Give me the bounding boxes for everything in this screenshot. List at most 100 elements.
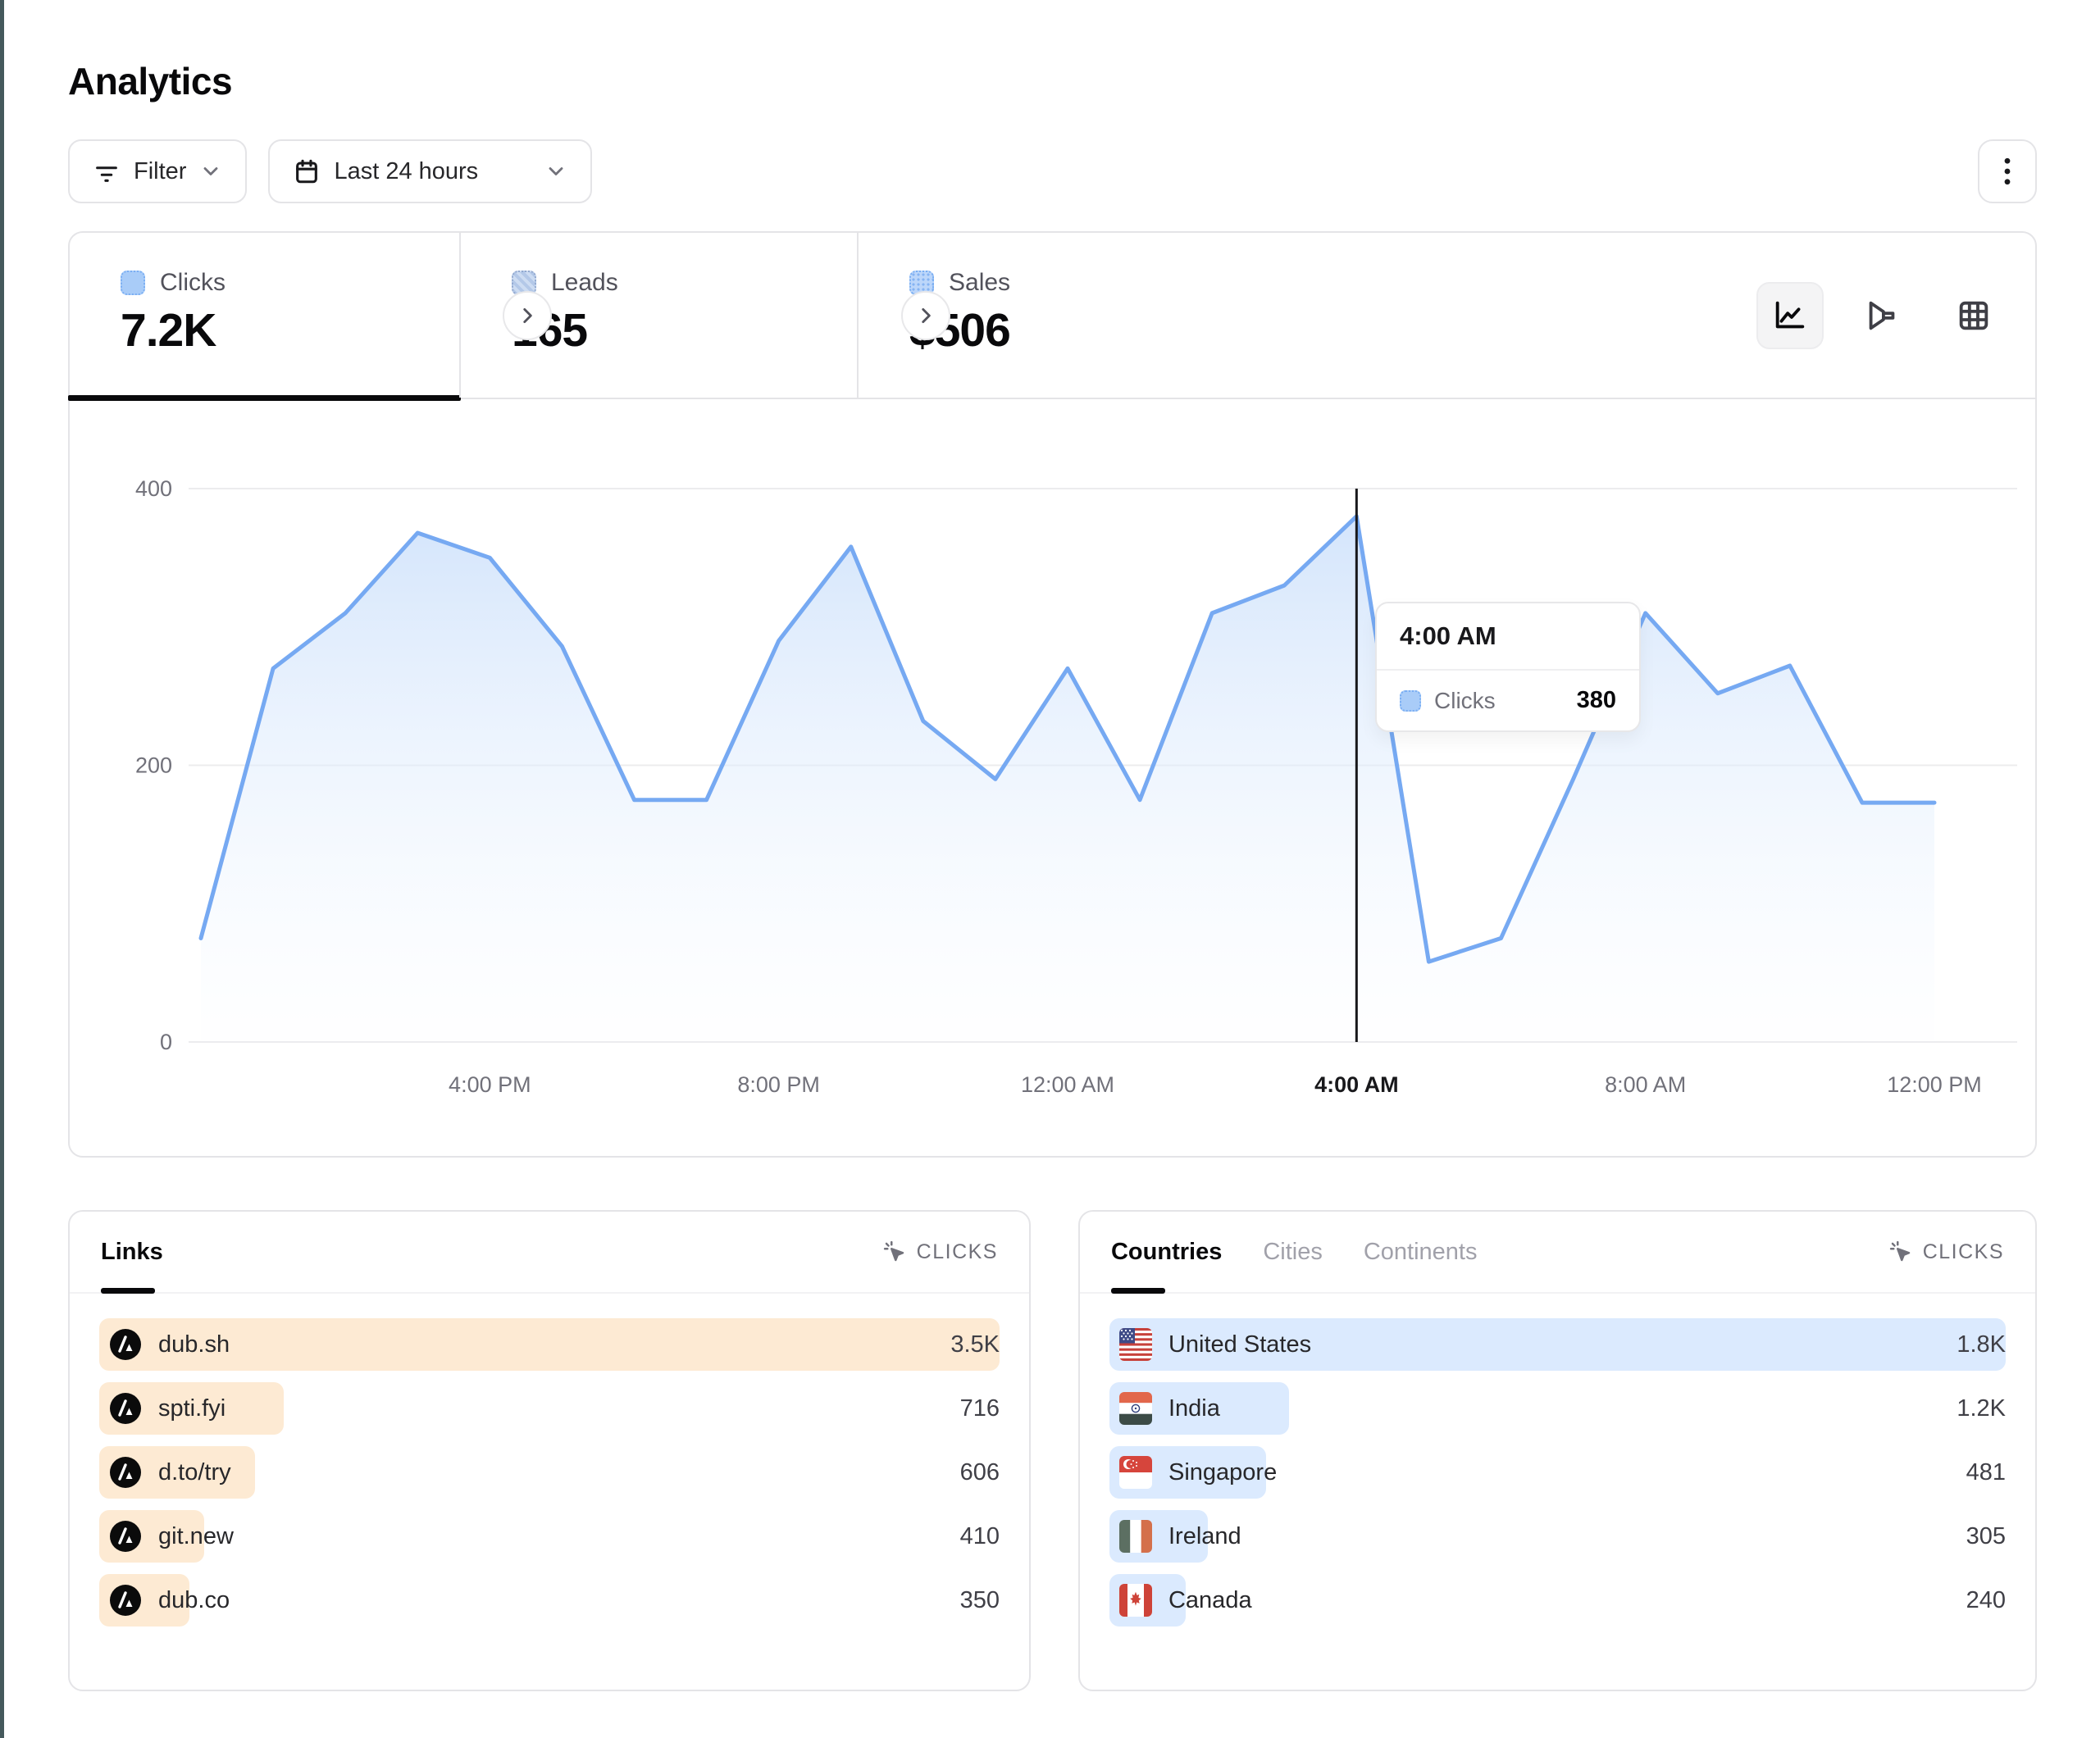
ca-flag-icon [1119, 1584, 1152, 1617]
row-label: Canada [1168, 1587, 1252, 1614]
countries-rows: United States1.8K India 1.2K Singapore 481 Ir… [1080, 1294, 2035, 1627]
filter-button[interactable]: Filter [68, 139, 247, 203]
singapore-flag-icon [1119, 1456, 1152, 1489]
expand-clicks-chevron-button[interactable] [503, 291, 552, 340]
row-label: India [1168, 1395, 1220, 1422]
dub-logo-icon [109, 1328, 142, 1361]
stats-row: Clicks 7.2K Leads 165 Sales $506 [70, 233, 2035, 399]
dub-logo-icon [109, 1328, 142, 1361]
row-label: git.new [158, 1523, 234, 1550]
row-label: dub.co [158, 1587, 230, 1614]
row-label: dub.sh [158, 1331, 230, 1358]
links-metric-header[interactable]: CLICKS [882, 1240, 998, 1264]
row-label: Singapore [1168, 1459, 1277, 1486]
line-chart-view-button[interactable] [1756, 282, 1824, 349]
row-value-bar [99, 1318, 1000, 1371]
link-row[interactable]: d.to/try 606 [99, 1446, 1000, 1499]
row-label: d.to/try [158, 1459, 231, 1486]
dub-logo-icon [109, 1392, 142, 1425]
tab-links[interactable]: Links [101, 1212, 163, 1292]
row-value: 350 [960, 1587, 1000, 1614]
analytics-page: Analytics Filter Last 24 hours [68, 0, 2037, 1691]
stat-label: Clicks [160, 269, 225, 297]
dub-logo-icon [109, 1456, 142, 1489]
svg-text:8:00 AM: 8:00 AM [1605, 1072, 1686, 1097]
tab-cities[interactable]: Cities [1263, 1212, 1323, 1292]
canada-flag-icon [1119, 1584, 1152, 1617]
svg-text:8:00 PM: 8:00 PM [737, 1072, 820, 1097]
country-row[interactable]: Canada240 [1109, 1574, 2006, 1627]
page-title: Analytics [68, 59, 2037, 103]
chart-canvas: 0 200 400 4:00 PM 8:00 PM 12:00 AM 4:00 AM 8:0… [70, 399, 2037, 1158]
stat-label: Leads [551, 269, 618, 297]
svg-text:4:00 AM: 4:00 AM [1314, 1072, 1399, 1097]
stat-tab-clicks[interactable]: Clicks 7.2K [70, 233, 459, 398]
country-row[interactable]: Singapore 481 [1109, 1446, 2006, 1499]
chevron-right-icon [915, 305, 936, 326]
link-row[interactable]: dub.co 350 [99, 1574, 1000, 1627]
stat-label: Sales [949, 269, 1010, 297]
chart-y-axis-labels: 0 200 400 [135, 476, 172, 1054]
country-row[interactable]: India 1.2K [1109, 1382, 2006, 1435]
dub-logo-icon [109, 1456, 142, 1489]
filter-button-label: Filter [134, 158, 186, 185]
row-value: 3.5K [950, 1331, 1000, 1358]
dub-logo-icon [109, 1520, 142, 1553]
tab-continents[interactable]: Continents [1364, 1212, 1478, 1292]
kebab-menu-icon [1993, 155, 2021, 188]
date-range-label: Last 24 hours [334, 158, 478, 185]
link-row[interactable]: git.new 410 [99, 1510, 1000, 1563]
svg-text:200: 200 [135, 753, 172, 778]
table-grid-icon [1955, 297, 1993, 334]
more-options-button[interactable] [1978, 139, 2037, 203]
chevron-down-icon [544, 160, 567, 183]
india-flag-icon [1119, 1392, 1152, 1425]
metric-label: CLICKS [917, 1240, 998, 1264]
tooltip-series-label: Clicks [1434, 688, 1496, 714]
stat-value: 165 [512, 303, 857, 357]
svg-text:0: 0 [160, 1030, 172, 1054]
svg-text:4:00 PM: 4:00 PM [449, 1072, 531, 1097]
countries-panel-header: Countries Cities Continents CLICKS [1080, 1212, 2035, 1294]
links-panel-header: Links CLICKS [70, 1212, 1029, 1294]
table-view-button[interactable] [1940, 282, 2007, 349]
cursor-click-icon [882, 1240, 907, 1264]
window-edge-strip [0, 0, 4, 1738]
chevron-down-icon [199, 160, 222, 183]
analytics-card: Clicks 7.2K Leads 165 Sales $506 [68, 231, 2037, 1158]
row-value: 410 [960, 1523, 1000, 1550]
svg-text:400: 400 [135, 476, 172, 501]
row-label: Ireland [1168, 1523, 1241, 1550]
tab-countries[interactable]: Countries [1111, 1212, 1222, 1292]
dub-logo-icon [109, 1584, 142, 1617]
link-row[interactable]: dub.sh 3.5K [99, 1318, 1000, 1371]
stat-value: 7.2K [121, 303, 459, 357]
dub-logo-icon [109, 1584, 142, 1617]
filter-lines-icon [93, 157, 121, 185]
expand-leads-chevron-button[interactable] [901, 291, 950, 340]
link-row[interactable]: spti.fyi 716 [99, 1382, 1000, 1435]
svg-text:12:00 AM: 12:00 AM [1021, 1072, 1114, 1097]
dub-logo-icon [109, 1392, 142, 1425]
line-chart-icon [1771, 297, 1809, 334]
row-value: 606 [960, 1459, 1000, 1486]
country-row[interactable]: United States1.8K [1109, 1318, 2006, 1371]
chart-x-axis-labels: 4:00 PM8:00 PM12:00 AM4:00 AM8:00 AM12:0… [449, 1072, 1982, 1097]
row-value: 1.2K [1957, 1395, 2006, 1422]
row-label: spti.fyi [158, 1395, 225, 1422]
ie-flag-icon [1119, 1520, 1152, 1553]
countries-metric-header[interactable]: CLICKS [1888, 1240, 2004, 1264]
chevron-right-icon [517, 305, 538, 326]
metric-label: CLICKS [1923, 1240, 2004, 1264]
clicks-time-series-chart[interactable]: 0 200 400 4:00 PM 8:00 PM 12:00 AM 4:00 AM 8:0… [70, 399, 2037, 1158]
clicks-legend-swatch [1400, 690, 1421, 712]
row-value: 481 [1966, 1459, 2006, 1486]
dub-logo-icon [109, 1520, 142, 1553]
links-rows: dub.sh 3.5K spti.fyi 716 d.to/try 606 git.new 4… [70, 1294, 1029, 1627]
country-row[interactable]: Ireland305 [1109, 1510, 2006, 1563]
row-value: 716 [960, 1395, 1000, 1422]
row-value: 1.8K [1957, 1331, 2006, 1358]
date-range-button[interactable]: Last 24 hours [268, 139, 592, 203]
funnel-view-button[interactable] [1848, 282, 1916, 349]
links-panel: Links CLICKS dub.sh 3.5K spti.fyi 716 d.to/t… [68, 1210, 1031, 1691]
